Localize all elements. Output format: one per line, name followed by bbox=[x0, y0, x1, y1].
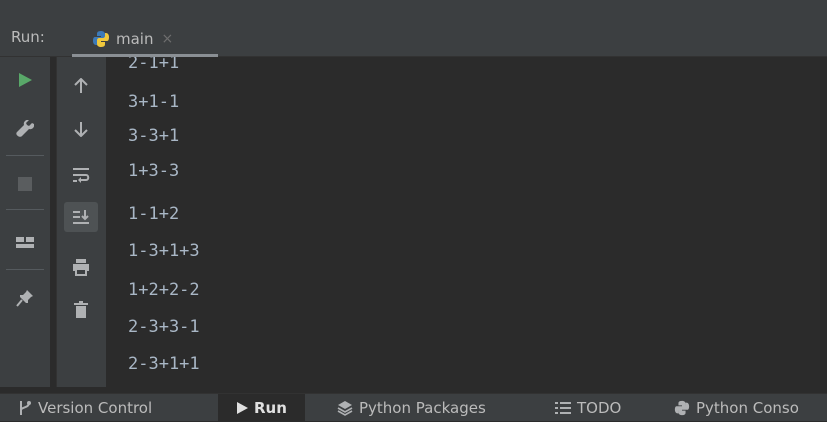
up-stack-trace-button[interactable] bbox=[64, 71, 98, 101]
tab-version-control[interactable]: Version Control bbox=[18, 394, 152, 422]
tab-run[interactable]: Run bbox=[218, 394, 305, 422]
tab-python-packages-label: Python Packages bbox=[359, 399, 486, 417]
tab-close-icon[interactable]: × bbox=[161, 32, 173, 46]
tab-todo[interactable]: TODO bbox=[555, 394, 621, 422]
list-icon bbox=[555, 402, 571, 414]
tab-python-console-label: Python Conso bbox=[696, 399, 799, 417]
pin-icon bbox=[16, 290, 33, 307]
print-button[interactable] bbox=[64, 252, 98, 282]
run-label: Run: bbox=[11, 28, 45, 46]
clear-all-button[interactable] bbox=[64, 295, 98, 325]
arrow-down-icon bbox=[74, 122, 88, 137]
python-icon bbox=[674, 400, 690, 416]
tab-version-control-label: Version Control bbox=[38, 399, 153, 417]
stop-icon bbox=[18, 177, 32, 191]
toolbar-separator bbox=[6, 209, 44, 210]
soft-wrap-icon bbox=[73, 168, 90, 183]
layers-icon bbox=[337, 401, 353, 416]
console-line: 1+2+2-2 bbox=[128, 280, 200, 300]
console-line: 2-3+1+1 bbox=[128, 354, 200, 374]
run-actions-toolbar bbox=[0, 57, 50, 387]
print-icon bbox=[73, 259, 89, 276]
soft-wrap-button[interactable] bbox=[64, 160, 98, 190]
tab-python-packages[interactable]: Python Packages bbox=[337, 394, 486, 422]
toolbar-separator bbox=[6, 155, 44, 156]
tab-main[interactable]: main × bbox=[92, 26, 173, 52]
wrench-icon bbox=[16, 120, 34, 137]
toolbar-separator bbox=[6, 269, 44, 270]
scroll-to-end-icon bbox=[73, 210, 89, 224]
tab-label: main bbox=[116, 30, 154, 48]
run-tool-window-header: Run: main × bbox=[0, 0, 827, 57]
console-line: 2-3+3-1 bbox=[128, 317, 200, 337]
branch-icon bbox=[20, 401, 31, 415]
tab-run-label: Run bbox=[254, 399, 287, 417]
rerun-button[interactable] bbox=[8, 65, 42, 95]
arrow-up-icon bbox=[74, 78, 88, 93]
scroll-to-end-button[interactable] bbox=[64, 202, 98, 232]
play-icon bbox=[237, 402, 248, 414]
console-line: 3-3+1 bbox=[128, 126, 180, 146]
console-line: 3+1-1 bbox=[128, 92, 180, 112]
edit-configuration-button[interactable] bbox=[8, 114, 42, 144]
tab-python-console[interactable]: Python Conso bbox=[674, 394, 799, 422]
console-output[interactable]: 2-1+1 3+1-1 3-3+1 1+3-3 1-1+2 1-3+1+3 1+… bbox=[106, 57, 827, 387]
tab-todo-label: TODO bbox=[577, 399, 622, 417]
pin-tab-button[interactable] bbox=[8, 283, 42, 313]
console-actions-toolbar bbox=[56, 57, 106, 387]
console-line: 2-1+1 bbox=[128, 57, 180, 73]
python-icon bbox=[93, 31, 109, 47]
console-line: 1-3+1+3 bbox=[128, 241, 200, 261]
down-stack-trace-button[interactable] bbox=[64, 114, 98, 144]
layout-icon bbox=[16, 237, 34, 248]
restore-layout-button[interactable] bbox=[8, 229, 42, 259]
trash-icon bbox=[74, 301, 88, 318]
console-line: 1-1+2 bbox=[128, 204, 180, 224]
console-line: 1+3-3 bbox=[128, 161, 180, 181]
stop-button[interactable] bbox=[8, 169, 42, 199]
tool-window-bar: Version Control Run Python Packages TODO… bbox=[0, 393, 827, 422]
play-icon bbox=[19, 73, 32, 87]
